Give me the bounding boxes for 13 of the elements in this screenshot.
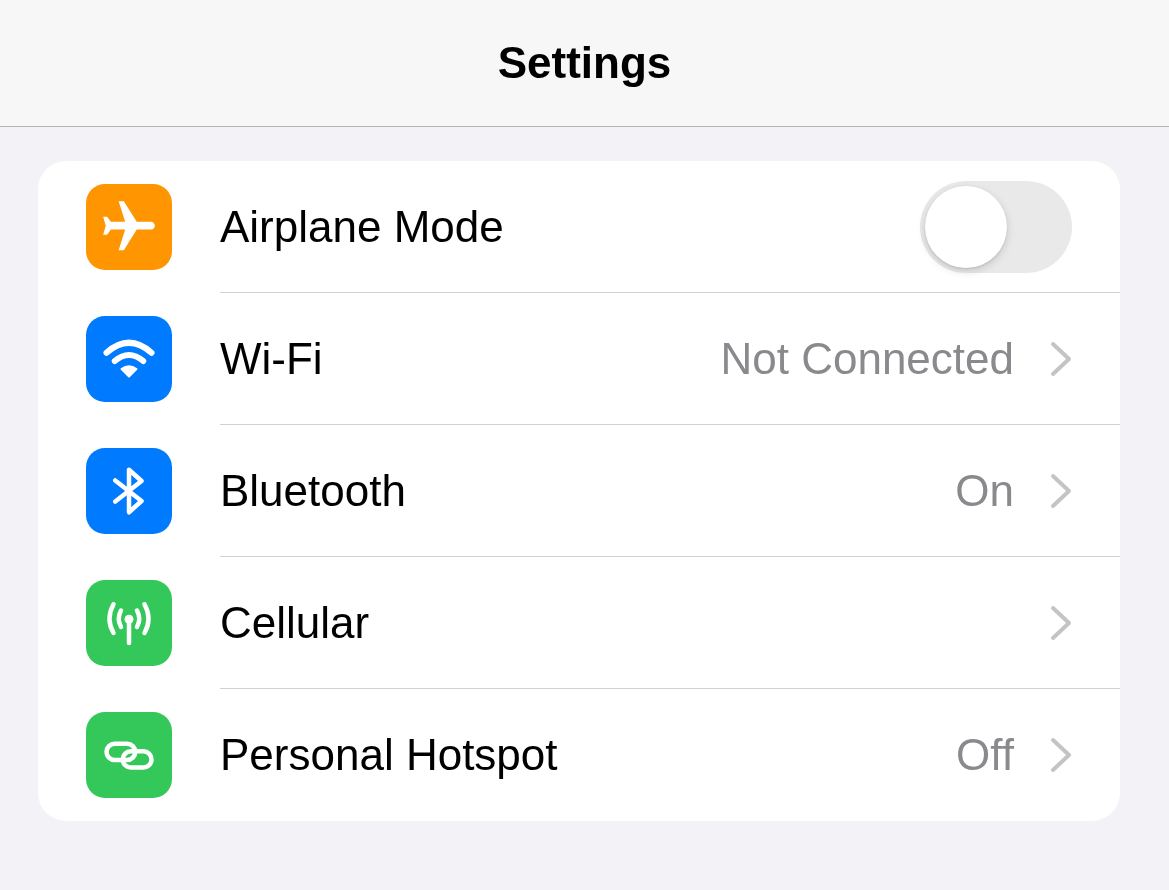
row-value: Off: [956, 733, 1014, 777]
row-label: Personal Hotspot: [220, 733, 558, 777]
row-label: Cellular: [220, 600, 370, 645]
row-value: Not Connected: [720, 336, 1014, 381]
page-title: Settings: [497, 41, 672, 85]
chevron-right-icon: [1050, 340, 1072, 377]
chevron-right-icon: [1050, 737, 1072, 773]
chevron-right-icon: [1050, 472, 1072, 509]
row-label: Wi-Fi: [220, 336, 323, 381]
row-label: Airplane Mode: [220, 204, 504, 249]
row-value: On: [955, 468, 1014, 513]
row-label: Bluetooth: [220, 468, 406, 513]
chevron-right-icon: [1050, 604, 1072, 641]
